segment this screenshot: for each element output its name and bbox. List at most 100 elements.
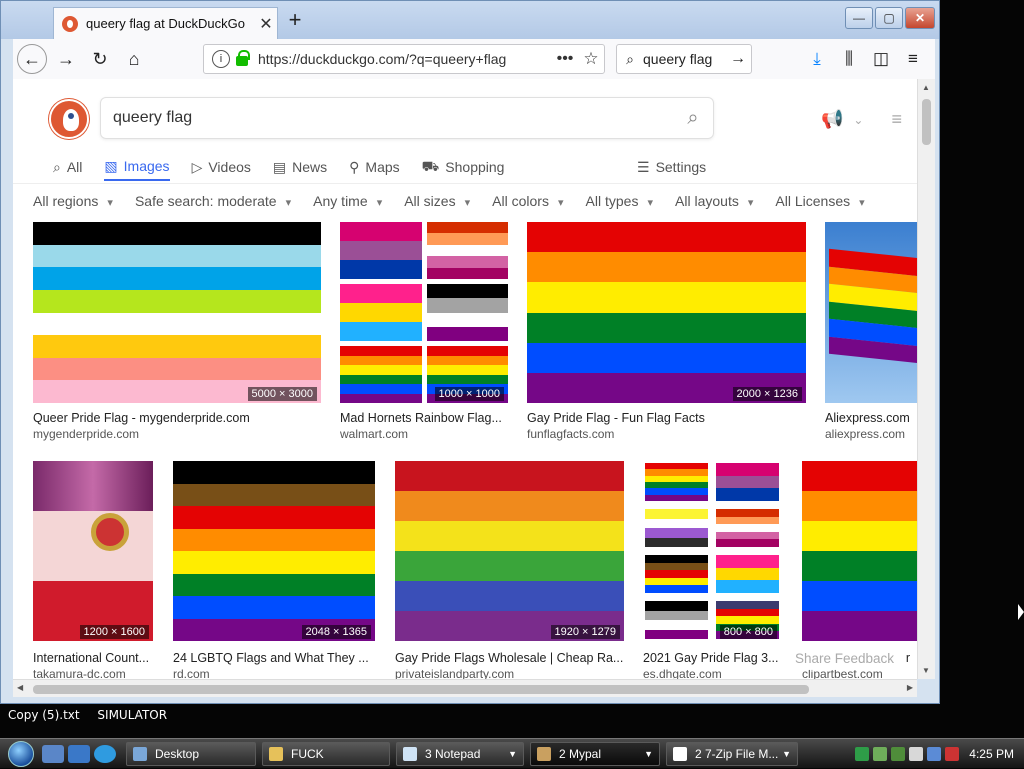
filter-regions[interactable]: All regions — [33, 193, 113, 209]
filter-sizes[interactable]: All sizes — [404, 193, 470, 209]
show-desktop-icon[interactable] — [42, 744, 64, 763]
minimize-button[interactable]: — — [845, 7, 873, 29]
tray-volume-muted-icon[interactable] — [945, 747, 960, 761]
result-thumbnail[interactable] — [825, 222, 917, 403]
forward-arrow-icon[interactable]: → — [51, 44, 81, 74]
image-result[interactable]: 2048 × 1365 24 LGBTQ Flags and What They… — [173, 461, 375, 679]
tab-shopping[interactable]: ⛟ Shopping — [422, 153, 505, 181]
browser-tab[interactable]: queery flag at DuckDuckGo ✕ — [53, 7, 278, 39]
tray-app-icon[interactable] — [873, 747, 888, 761]
vertical-scrollbar[interactable]: ▲ ▼ — [917, 79, 935, 679]
tray-network-icon[interactable] — [855, 747, 870, 761]
taskbar-item-7zip[interactable]: 2 7-Zip File M... ▼ — [666, 741, 798, 766]
tab-images[interactable]: ▧ Images — [104, 153, 170, 181]
image-result[interactable]: 5000 × 3000 Queer Pride Flag - mygenderp… — [33, 222, 321, 442]
image-result[interactable]: 1200 × 1600 International Count... takam… — [33, 461, 153, 679]
image-result[interactable]: Aliexpress.com aliexpress.com — [825, 222, 917, 442]
taskbar-item-folder[interactable]: FUCK — [262, 741, 390, 766]
maximize-button[interactable]: ▢ — [875, 7, 903, 29]
tab-videos[interactable]: ▷ Videos — [192, 153, 251, 181]
result-title[interactable]: Gay Pride Flag - Fun Flag Facts — [527, 411, 806, 425]
settings-link[interactable]: ☰ Settings — [637, 153, 706, 181]
result-title[interactable]: Queer Pride Flag - mygenderpride.com — [33, 411, 321, 425]
tab-news[interactable]: ▤ News — [273, 153, 327, 181]
result-thumbnail[interactable]: 1000 × 1000 — [340, 222, 508, 403]
download-icon[interactable]: ⤓ — [801, 44, 833, 74]
result-thumbnail[interactable]: 1920 × 1279 — [395, 461, 624, 641]
result-thumbnail[interactable]: 2000 × 1236 — [527, 222, 806, 403]
info-icon[interactable]: i — [212, 50, 230, 68]
sidebar-icon[interactable]: ◫ — [865, 44, 897, 74]
result-title[interactable]: 24 LGBTQ Flags and What They ... — [173, 651, 375, 665]
clock[interactable]: 4:25 PM — [969, 747, 1014, 761]
taskbar-item-mypal[interactable]: 2 Mypal ▼ — [530, 741, 660, 766]
filter-safe-search[interactable]: Safe search: moderate — [135, 193, 291, 209]
horizontal-scrollbar[interactable]: ◀ ▶ — [13, 679, 917, 697]
page-actions-icon[interactable]: ••• — [552, 50, 578, 68]
result-domain[interactable]: aliexpress.com — [825, 427, 917, 441]
filter-colors[interactable]: All colors — [492, 193, 563, 209]
page-search-icon[interactable]: ⌕ — [673, 107, 713, 130]
scroll-down-arrow-icon[interactable]: ▼ — [922, 666, 930, 675]
result-domain[interactable]: takamura-dc.com — [33, 667, 153, 679]
share-feedback-button[interactable]: Share Feedback — [789, 647, 901, 670]
close-window-button[interactable]: ✕ — [905, 7, 935, 29]
result-domain[interactable]: walmart.com — [340, 427, 508, 441]
hamburger-menu-icon[interactable]: ≡ — [891, 109, 902, 130]
browser-search-query[interactable]: queery flag — [643, 51, 725, 67]
result-title[interactable]: International Count... — [33, 651, 153, 665]
result-title[interactable]: Gay Pride Flags Wholesale | Cheap Ra... — [395, 651, 624, 665]
result-title[interactable]: Mad Hornets Rainbow Flag... — [340, 411, 508, 425]
lock-icon[interactable] — [236, 50, 250, 66]
result-domain[interactable]: mygenderpride.com — [33, 427, 321, 441]
library-icon[interactable]: ⫼ — [833, 44, 865, 74]
filter-types[interactable]: All types — [586, 193, 654, 209]
result-thumbnail[interactable]: 1200 × 1600 — [33, 461, 153, 641]
scroll-right-arrow-icon[interactable]: ▶ — [907, 683, 913, 692]
tray-app-icon[interactable] — [891, 747, 906, 761]
tab-close-icon[interactable]: ✕ — [255, 14, 277, 34]
filter-layouts[interactable]: All layouts — [675, 193, 753, 209]
result-title[interactable]: 2021 Gay Pride Flag 3... — [643, 651, 781, 665]
address-bar[interactable]: i https://duckduckgo.com/?q=queery+flag … — [203, 44, 605, 74]
page-search-value[interactable]: queery flag — [113, 109, 673, 127]
start-button[interactable] — [0, 739, 42, 769]
desktop-icon-simulator[interactable]: SIMULATOR — [97, 708, 167, 722]
result-domain[interactable]: privateislandparty.com — [395, 667, 624, 679]
megaphone-icon[interactable]: 📢 — [821, 109, 843, 130]
tray-monitor-icon[interactable] — [927, 747, 942, 761]
horizontal-scroll-thumb[interactable] — [33, 685, 809, 694]
desktop-icon-copy5[interactable]: Copy (5).txt — [8, 708, 80, 722]
reload-icon[interactable]: ↻ — [85, 44, 115, 74]
page-search-input[interactable]: queery flag ⌕ — [100, 97, 714, 139]
internet-explorer-icon[interactable] — [94, 744, 116, 763]
tab-all[interactable]: ⌕ All — [53, 153, 82, 181]
image-result[interactable]: 1000 × 1000 Mad Hornets Rainbow Flag... … — [340, 222, 508, 442]
result-thumbnail[interactable]: 5000 × 3000 — [33, 222, 321, 403]
vertical-scroll-thumb[interactable] — [922, 99, 931, 145]
result-thumbnail[interactable]: 800 × 800 — [643, 461, 781, 641]
back-arrow-icon[interactable]: ← — [17, 44, 47, 74]
tray-app-icon[interactable] — [909, 747, 924, 761]
filter-licenses[interactable]: All Licenses — [775, 193, 864, 209]
bookmark-star-icon[interactable]: ☆ — [578, 49, 604, 69]
browser-search-box[interactable]: ⌕ queery flag → — [616, 44, 752, 74]
chevron-down-icon[interactable]: ⌄ — [853, 113, 863, 127]
tab-maps[interactable]: ⚲ Maps — [349, 153, 400, 181]
image-result[interactable]: 800 × 800 2021 Gay Pride Flag 3... es.dh… — [643, 461, 781, 679]
result-title[interactable]: Aliexpress.com — [825, 411, 917, 425]
result-domain[interactable]: rd.com — [173, 667, 375, 679]
home-icon[interactable]: ⌂ — [119, 44, 149, 74]
taskbar-item-desktop[interactable]: Desktop — [126, 741, 256, 766]
switch-windows-icon[interactable] — [68, 744, 90, 763]
result-domain[interactable]: es.dhgate.com — [643, 667, 781, 679]
image-result[interactable]: 1920 × 1279 Gay Pride Flags Wholesale | … — [395, 461, 624, 679]
taskbar-item-notepad[interactable]: 3 Notepad ▼ — [396, 741, 524, 766]
duckduckgo-logo-icon[interactable] — [49, 99, 89, 139]
scroll-up-arrow-icon[interactable]: ▲ — [922, 83, 930, 92]
menu-icon[interactable]: ≡ — [897, 44, 929, 74]
result-thumbnail[interactable]: 2048 × 1365 — [173, 461, 375, 641]
scroll-left-arrow-icon[interactable]: ◀ — [17, 683, 23, 692]
result-domain[interactable]: funflagfacts.com — [527, 427, 806, 441]
search-go-arrow-icon[interactable]: → — [725, 50, 751, 68]
